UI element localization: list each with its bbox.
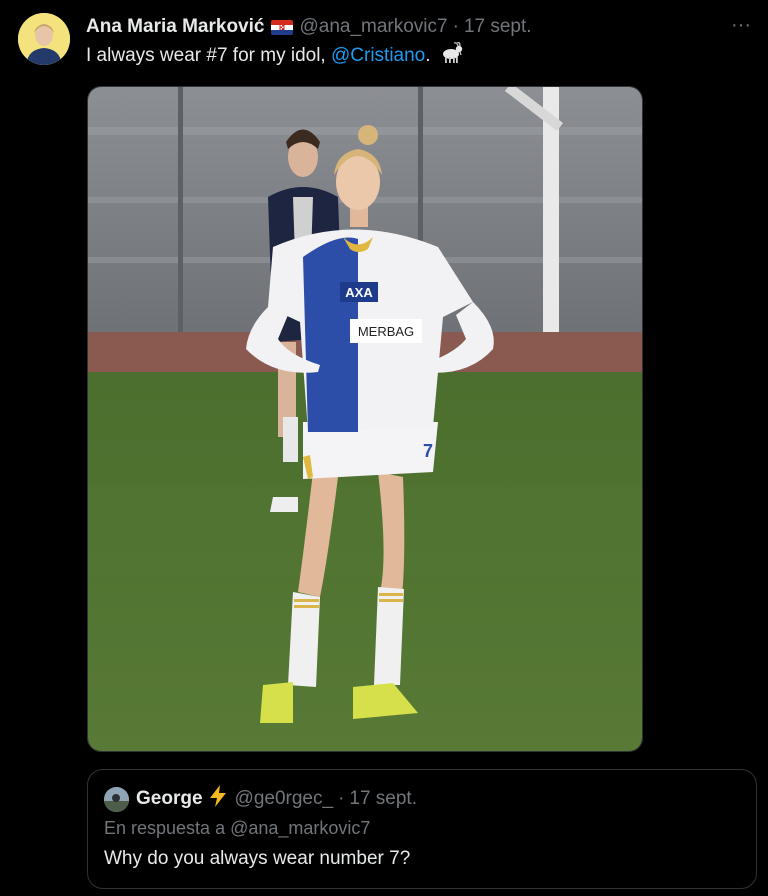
quoted-tweet[interactable]: George @ge0rgec_ · 17 sept. En respuesta… — [87, 769, 757, 889]
tweet: Ana Maria Marković @ana_markovic7 · 17 s… — [0, 0, 768, 896]
mention-link[interactable]: @Cristiano — [331, 45, 425, 66]
author-handle[interactable]: @ana_markovic7 — [299, 16, 447, 38]
tweet-date[interactable]: 17 sept. — [464, 16, 532, 38]
tweet-text-body: I always wear #7 for my idol, — [86, 45, 331, 66]
tweet-text-end: . — [425, 45, 431, 66]
quote-author-avatar[interactable] — [104, 787, 129, 812]
quote-text: Why do you always wear number 7? — [104, 848, 411, 869]
tweet-header: Ana Maria Marković @ana_markovic7 · 17 s… — [86, 14, 532, 40]
jersey-logo: AXA — [345, 285, 373, 300]
quote-author-name[interactable]: George — [136, 788, 203, 810]
jersey-sponsor: MERBAG — [358, 324, 414, 339]
quote-header: George @ge0rgec_ · 17 sept. — [136, 785, 417, 813]
more-options-button[interactable]: ··· — [728, 12, 754, 38]
quote-date[interactable]: 17 sept. — [349, 788, 417, 810]
more-icon: ··· — [731, 13, 751, 36]
tweet-photo[interactable]: AXA MERBAG 7 — [87, 86, 643, 752]
lightning-bolt-icon — [209, 785, 227, 813]
author-avatar[interactable] — [18, 13, 70, 65]
shorts-number: 7 — [423, 441, 433, 461]
separator-dot: · — [452, 16, 459, 37]
reply-to-handle[interactable]: @ana_markovic7 — [230, 818, 370, 838]
quote-separator-dot: · — [338, 788, 345, 809]
reply-context: En respuesta a @ana_markovic7 — [104, 818, 370, 839]
tweet-text: I always wear #7 for my idol, @Cristiano… — [86, 41, 464, 72]
croatia-flag-icon — [271, 19, 294, 35]
reply-prefix: En respuesta a — [104, 818, 231, 838]
goat-icon — [440, 41, 464, 72]
author-name[interactable]: Ana Maria Marković — [86, 16, 264, 38]
quote-author-handle[interactable]: @ge0rgec_ — [235, 788, 334, 810]
